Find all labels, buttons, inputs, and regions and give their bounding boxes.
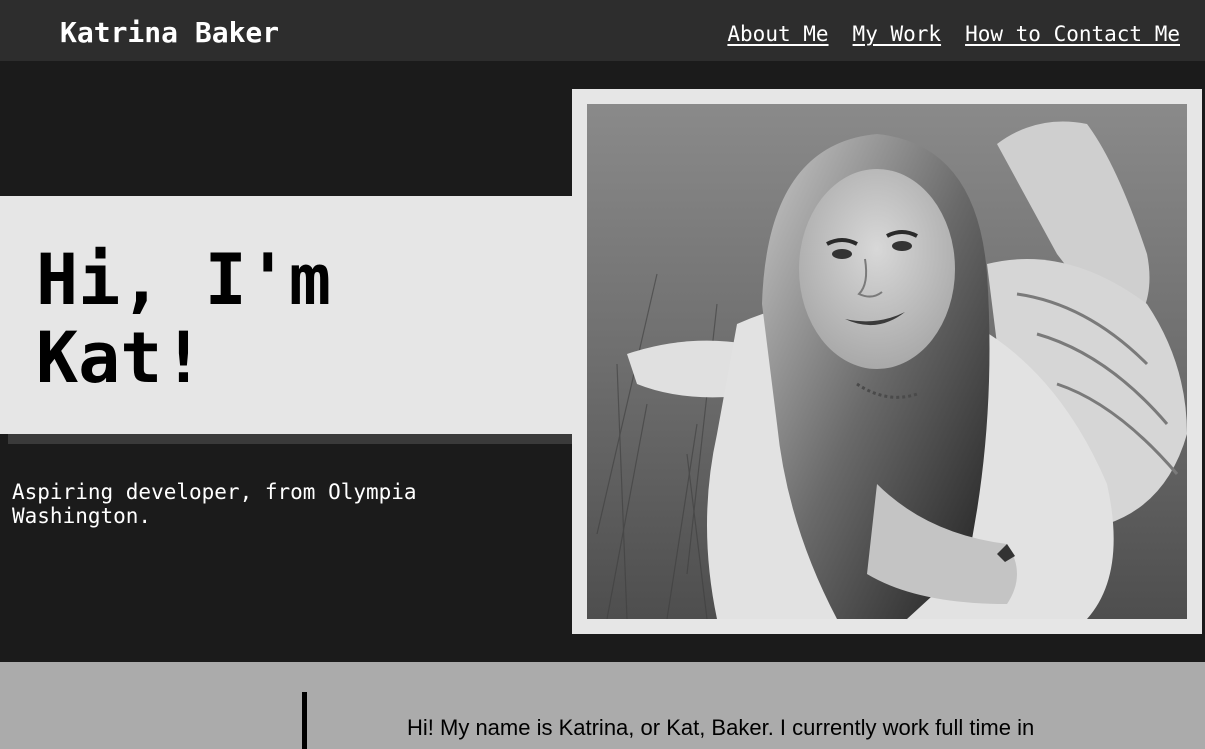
site-title[interactable]: Katrina Baker xyxy=(60,16,279,49)
greeting-heading: Hi, I'm Kat! xyxy=(36,241,556,397)
greeting-line-1: Hi, I'm xyxy=(36,239,332,321)
about-section: Hi! My name is Katrina, or Kat, Baker. I… xyxy=(0,662,1205,749)
nav-link-my-work[interactable]: My Work xyxy=(853,22,942,46)
profile-photo xyxy=(587,104,1187,619)
greeting-panel-shadow xyxy=(8,434,572,444)
hero-tagline: Aspiring developer, from Olympia Washing… xyxy=(12,480,417,528)
main-nav: About Me My Work How to Contact Me xyxy=(727,22,1180,46)
nav-link-contact[interactable]: How to Contact Me xyxy=(965,22,1180,46)
profile-photo-frame xyxy=(572,89,1202,634)
greeting-line-2: Kat! xyxy=(36,317,205,399)
hero-section: Hi, I'm Kat! Aspiring developer, from Ol… xyxy=(0,61,1205,662)
about-divider-bar xyxy=(302,692,307,749)
site-header: Katrina Baker About Me My Work How to Co… xyxy=(0,0,1205,61)
about-intro-text: Hi! My name is Katrina, or Kat, Baker. I… xyxy=(407,715,1035,740)
nav-link-about-me[interactable]: About Me xyxy=(727,22,828,46)
